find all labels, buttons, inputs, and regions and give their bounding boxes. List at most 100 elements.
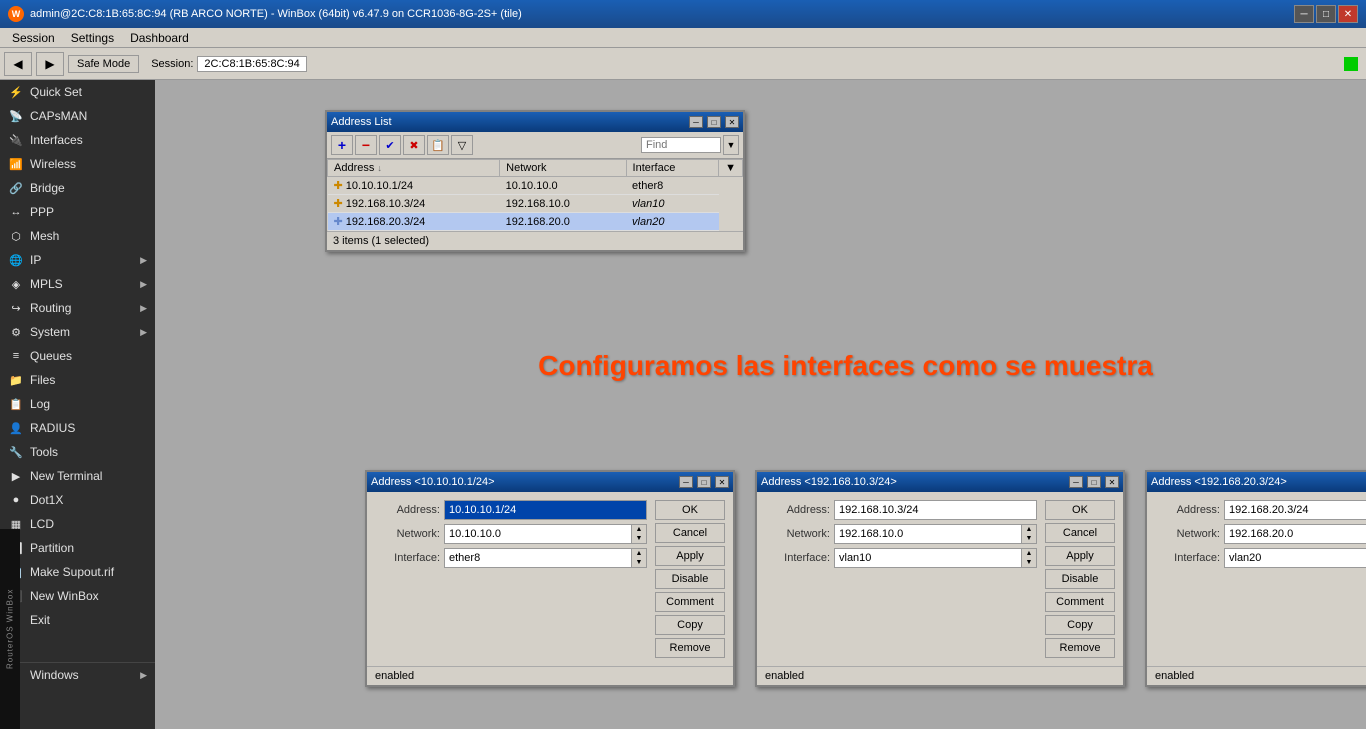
col-address[interactable]: Address ↓	[328, 160, 500, 177]
address-cell: ✚ 192.168.10.3/24	[328, 195, 500, 213]
menu-dashboard[interactable]: Dashboard	[122, 30, 197, 46]
dialog2-maximize-btn[interactable]: □	[1087, 476, 1101, 488]
sidebar-item-system[interactable]: ⚙ System ▶	[0, 320, 155, 344]
dialog2-interface-dropdown-btn[interactable]: ▲▼	[1021, 548, 1037, 568]
col-network[interactable]: Network	[500, 160, 626, 177]
dialog2-interface-row: Interface: ▲▼	[765, 548, 1037, 568]
find-input[interactable]	[641, 137, 721, 153]
dialog1-address-input[interactable]	[444, 500, 647, 520]
dialog2-network-input[interactable]	[834, 524, 1021, 544]
dialog3-footer: enabled	[1147, 666, 1366, 685]
dialog2-comment-btn[interactable]: Comment	[1045, 592, 1115, 612]
sidebar-item-partition[interactable]: ⬜ Partition	[0, 536, 155, 560]
sidebar-item-quick-set[interactable]: ⚡ Quick Set	[0, 80, 155, 104]
table-row[interactable]: ✚ 192.168.10.3/24 192.168.10.0 vlan10	[328, 195, 743, 213]
dialog1-maximize-btn[interactable]: □	[697, 476, 711, 488]
menu-session[interactable]: Session	[4, 30, 63, 46]
dialog3-network-input[interactable]	[1224, 524, 1366, 544]
add-address-button[interactable]: +	[331, 135, 353, 155]
col-interface[interactable]: Interface	[626, 160, 719, 177]
find-dropdown-button[interactable]: ▼	[723, 135, 739, 155]
dialog1-network-input[interactable]	[444, 524, 631, 544]
dialog1-remove-btn[interactable]: Remove	[655, 638, 725, 658]
dialog2-apply-btn[interactable]: Apply	[1045, 546, 1115, 566]
dialog2-network-label: Network:	[765, 528, 830, 540]
sidebar-item-ip[interactable]: 🌐 IP ▶	[0, 248, 155, 272]
address-list-minimize-btn[interactable]: ─	[689, 116, 703, 128]
dialog1-disable-btn[interactable]: Disable	[655, 569, 725, 589]
filter-address-button[interactable]: ▽	[451, 135, 473, 155]
dialog2-address-input[interactable]	[834, 500, 1037, 520]
brand-label: RouterOS WinBox	[0, 529, 20, 729]
forward-button[interactable]: ▶	[36, 52, 64, 76]
sidebar-item-windows[interactable]: ⊞ Windows ▶	[0, 662, 155, 687]
dialog2-network-up-btn[interactable]: ▲▼	[1021, 524, 1037, 544]
sidebar-item-radius[interactable]: 👤 RADIUS	[0, 416, 155, 440]
dialog1-interface-dropdown-btn[interactable]: ▲▼	[631, 548, 647, 568]
sidebar-item-queues[interactable]: ≡ Queues	[0, 344, 155, 368]
dialog2-close-btn[interactable]: ✕	[1105, 476, 1119, 488]
address-list-close-btn[interactable]: ✕	[725, 116, 739, 128]
table-row[interactable]: ✚ 192.168.20.3/24 192.168.20.0 vlan20	[328, 213, 743, 231]
dialog2-body: Address: Network: ▲▼ Interface:	[757, 492, 1123, 666]
dialog2-minimize-btn[interactable]: ─	[1069, 476, 1083, 488]
dialog1-interface-input[interactable]	[444, 548, 631, 568]
dialog2-cancel-btn[interactable]: Cancel	[1045, 523, 1115, 543]
wireless-icon: 📶	[8, 156, 24, 172]
remove-address-button[interactable]: −	[355, 135, 377, 155]
dialog2-disable-btn[interactable]: Disable	[1045, 569, 1115, 589]
title-bar: W admin@2C:C8:1B:65:8C:94 (RB ARCO NORTE…	[0, 0, 1366, 28]
dialog3-address-input[interactable]	[1224, 500, 1366, 520]
enable-address-button[interactable]: ✔	[379, 135, 401, 155]
sidebar-item-capsman[interactable]: 📡 CAPsMAN	[0, 104, 155, 128]
close-button[interactable]: ✕	[1338, 5, 1358, 23]
address-list-maximize-btn[interactable]: □	[707, 116, 721, 128]
dialog2-remove-btn[interactable]: Remove	[1045, 638, 1115, 658]
sidebar-item-lcd[interactable]: ▦ LCD	[0, 512, 155, 536]
mpls-arrow: ▶	[140, 279, 147, 290]
sidebar: ⚡ Quick Set 📡 CAPsMAN 🔌 Interfaces 📶 Wir…	[0, 80, 155, 729]
dialog2-interface-field: ▲▼	[834, 548, 1037, 568]
dialog1-copy-btn[interactable]: Copy	[655, 615, 725, 635]
minimize-button[interactable]: ─	[1294, 5, 1314, 23]
back-button[interactable]: ◀	[4, 52, 32, 76]
sidebar-item-new-winbox[interactable]: 🔲 New WinBox	[0, 584, 155, 608]
sidebar-item-exit[interactable]: ✗ Exit	[0, 608, 155, 632]
dialog2-copy-btn[interactable]: Copy	[1045, 615, 1115, 635]
copy-address-button[interactable]: 📋	[427, 135, 449, 155]
dialog2-interface-input[interactable]	[834, 548, 1021, 568]
sidebar-item-ppp[interactable]: ↔ PPP	[0, 200, 155, 224]
dialog1-minimize-btn[interactable]: ─	[679, 476, 693, 488]
sidebar-item-routing[interactable]: ↪ Routing ▶	[0, 296, 155, 320]
dialog2-buttons: OK Cancel Apply Disable Comment Copy Rem…	[1045, 492, 1123, 666]
sidebar-item-wireless[interactable]: 📶 Wireless	[0, 152, 155, 176]
sidebar-item-mpls[interactable]: ◈ MPLS ▶	[0, 272, 155, 296]
disable-address-button[interactable]: ✖	[403, 135, 425, 155]
dialog2-footer: enabled	[757, 666, 1123, 685]
dialog2-title-bar: Address <192.168.10.3/24> ─ □ ✕	[757, 472, 1123, 492]
session-label: Session:	[151, 58, 193, 70]
sidebar-item-new-terminal[interactable]: ▶ New Terminal	[0, 464, 155, 488]
dialog1-apply-btn[interactable]: Apply	[655, 546, 725, 566]
sidebar-item-mesh[interactable]: ⬡ Mesh	[0, 224, 155, 248]
dialog1-network-up-btn[interactable]: ▲▼	[631, 524, 647, 544]
dialog1-close-btn[interactable]: ✕	[715, 476, 729, 488]
dialog1-buttons: OK Cancel Apply Disable Comment Copy Rem…	[655, 492, 733, 666]
dialog1-cancel-btn[interactable]: Cancel	[655, 523, 725, 543]
maximize-button[interactable]: □	[1316, 5, 1336, 23]
sidebar-item-files[interactable]: 📁 Files	[0, 368, 155, 392]
sidebar-item-bridge[interactable]: 🔗 Bridge	[0, 176, 155, 200]
table-row[interactable]: ✚ 10.10.10.1/24 10.10.10.0 ether8	[328, 177, 743, 195]
dialog3-interface-input[interactable]	[1224, 548, 1366, 568]
sidebar-item-dot1x[interactable]: ● Dot1X	[0, 488, 155, 512]
dialog1-ok-btn[interactable]: OK	[655, 500, 725, 520]
safe-mode-button[interactable]: Safe Mode	[68, 55, 139, 73]
dialog1-comment-btn[interactable]: Comment	[655, 592, 725, 612]
dialog2-ok-btn[interactable]: OK	[1045, 500, 1115, 520]
sidebar-item-log[interactable]: 📋 Log	[0, 392, 155, 416]
sidebar-item-interfaces[interactable]: 🔌 Interfaces	[0, 128, 155, 152]
sidebar-item-make-supout[interactable]: 📄 Make Supout.rif	[0, 560, 155, 584]
sidebar-item-tools[interactable]: 🔧 Tools	[0, 440, 155, 464]
menu-settings[interactable]: Settings	[63, 30, 122, 46]
dot1x-icon: ●	[8, 492, 24, 508]
